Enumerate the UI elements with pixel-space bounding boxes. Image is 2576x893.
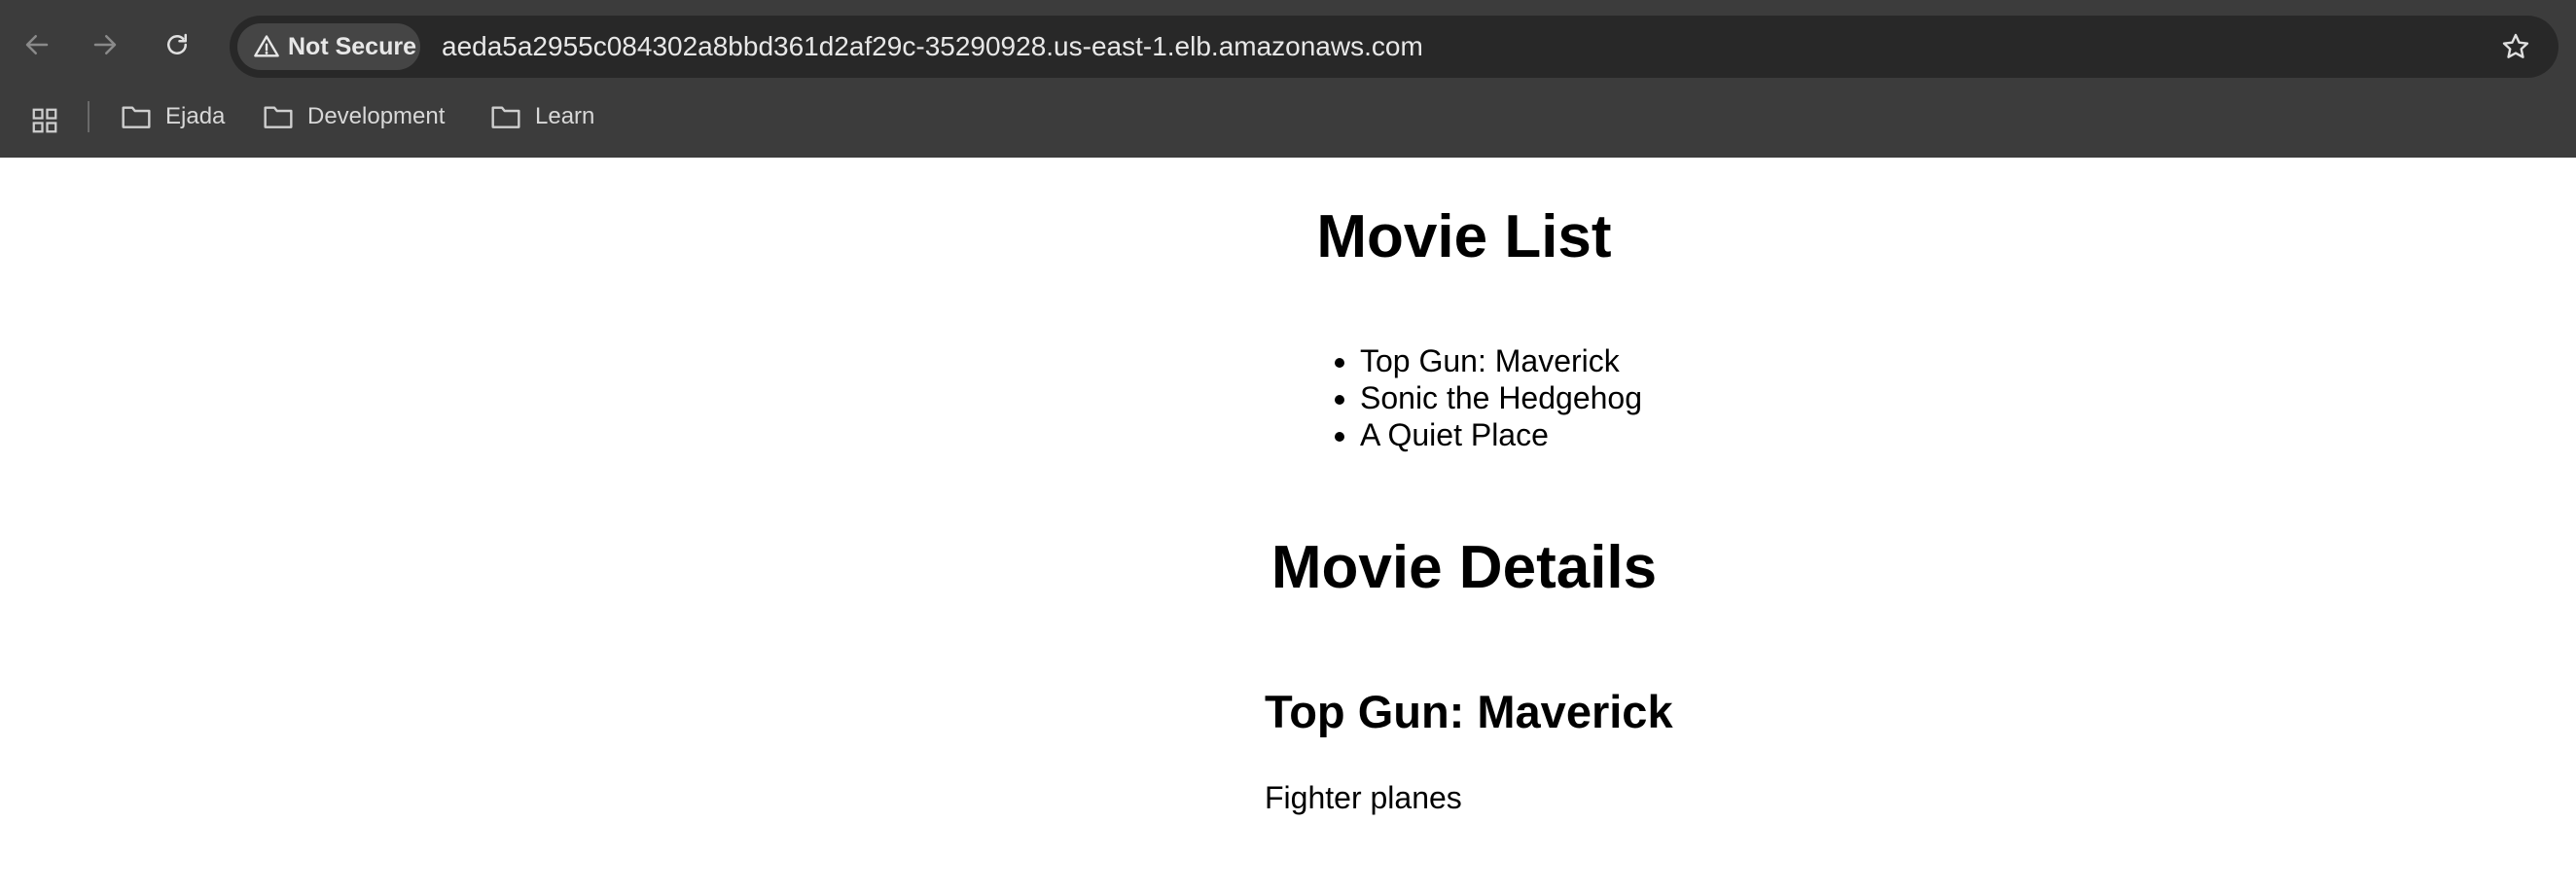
bookmark-learn[interactable]: Learn xyxy=(490,93,594,140)
movie-list-item[interactable]: A Quiet Place xyxy=(1265,416,1642,453)
bookmarks-separator xyxy=(88,101,89,132)
url-text[interactable]: aeda5a2955c084302a8bbd361d2af29c-3529092… xyxy=(442,16,1423,78)
apps-button[interactable] xyxy=(25,101,64,140)
folder-icon xyxy=(122,106,151,128)
reload-button[interactable] xyxy=(154,21,200,68)
address-bar[interactable]: Not Secure aeda5a2955c084302a8bbd361d2af… xyxy=(230,16,2558,78)
bookmarks-bar: Ejada Development Learn xyxy=(0,93,2576,140)
bookmark-star-button[interactable] xyxy=(2494,25,2537,68)
apps-grid-icon xyxy=(32,108,57,133)
movie-list-item[interactable]: Top Gun: Maverick xyxy=(1265,342,1642,379)
security-chip[interactable]: Not Secure xyxy=(237,23,420,70)
movie-details-heading: Movie Details xyxy=(1270,534,1658,601)
forward-button[interactable] xyxy=(82,21,128,68)
page-viewport: Movie List Top Gun: Maverick Sonic the H… xyxy=(0,158,2576,893)
folder-icon xyxy=(491,106,520,128)
security-chip-label: Not Secure xyxy=(288,32,416,60)
browser-toolbar: Not Secure aeda5a2955c084302a8bbd361d2af… xyxy=(0,0,2576,89)
selected-movie-description: Fighter planes xyxy=(1265,780,1462,815)
selected-movie-title: Top Gun: Maverick xyxy=(1265,686,1673,737)
back-button[interactable] xyxy=(14,21,60,68)
bookmark-development[interactable]: Development xyxy=(263,93,445,140)
bookmark-label: Ejada xyxy=(165,103,226,129)
folder-icon xyxy=(264,106,293,128)
back-arrow-icon xyxy=(25,35,49,54)
star-icon xyxy=(2502,33,2529,58)
bookmark-label: Learn xyxy=(535,103,595,129)
browser-chrome: Not Secure aeda5a2955c084302a8bbd361d2af… xyxy=(0,0,2576,158)
movie-list: Top Gun: Maverick Sonic the Hedgehog A Q… xyxy=(1265,342,1642,453)
bookmark-ejada[interactable]: Ejada xyxy=(121,93,225,140)
bookmark-label: Development xyxy=(307,103,446,129)
movie-list-heading: Movie List xyxy=(1316,203,1612,270)
forward-arrow-icon xyxy=(93,35,117,54)
warning-icon xyxy=(254,35,279,57)
reload-icon xyxy=(167,33,187,54)
movie-list-item[interactable]: Sonic the Hedgehog xyxy=(1265,379,1642,416)
